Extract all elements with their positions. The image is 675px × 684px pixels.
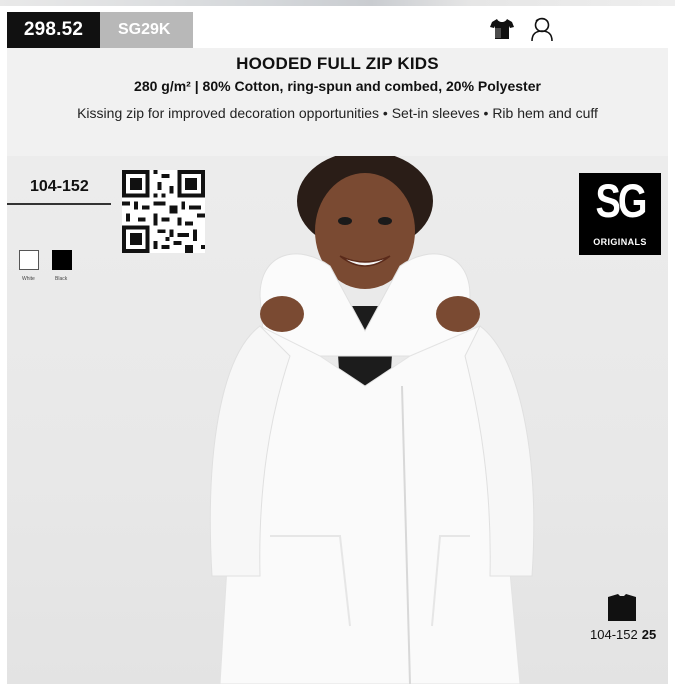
- product-code-badge: 298.52: [7, 12, 100, 48]
- qr-code[interactable]: [122, 170, 205, 253]
- kid-icon: [531, 17, 553, 42]
- product-material: 280 g/m² | 80% Cotton, ring-spun and com…: [134, 78, 541, 94]
- fit-caption: 104-152 25: [590, 627, 656, 642]
- header-band: [193, 12, 668, 48]
- size-divider: [7, 203, 111, 205]
- tshirt-icon: [490, 19, 514, 39]
- product-features: Kissing zip for improved decoration oppo…: [77, 105, 598, 121]
- brand-mark: SG: [595, 175, 648, 229]
- tshirt-fit-icon: [608, 594, 636, 621]
- brand-subtitle: ORIGINALS: [593, 237, 647, 247]
- fit-size-range: 104-152: [590, 627, 638, 642]
- size-range-label: 104-152: [30, 178, 89, 195]
- product-title: HOODED FULL ZIP KIDS: [236, 54, 439, 73]
- model-photo: [209, 156, 535, 684]
- top-photo-strip: [0, 0, 675, 6]
- color-label-black: Black: [55, 276, 68, 282]
- brand-logo: SG ORIGINALS: [579, 173, 661, 255]
- color-label-white: White: [22, 276, 35, 282]
- sku-badge: SG29K: [100, 12, 193, 48]
- page-number: 25: [641, 627, 657, 642]
- color-swatch-black[interactable]: [52, 250, 72, 270]
- color-swatch-white[interactable]: [19, 250, 39, 270]
